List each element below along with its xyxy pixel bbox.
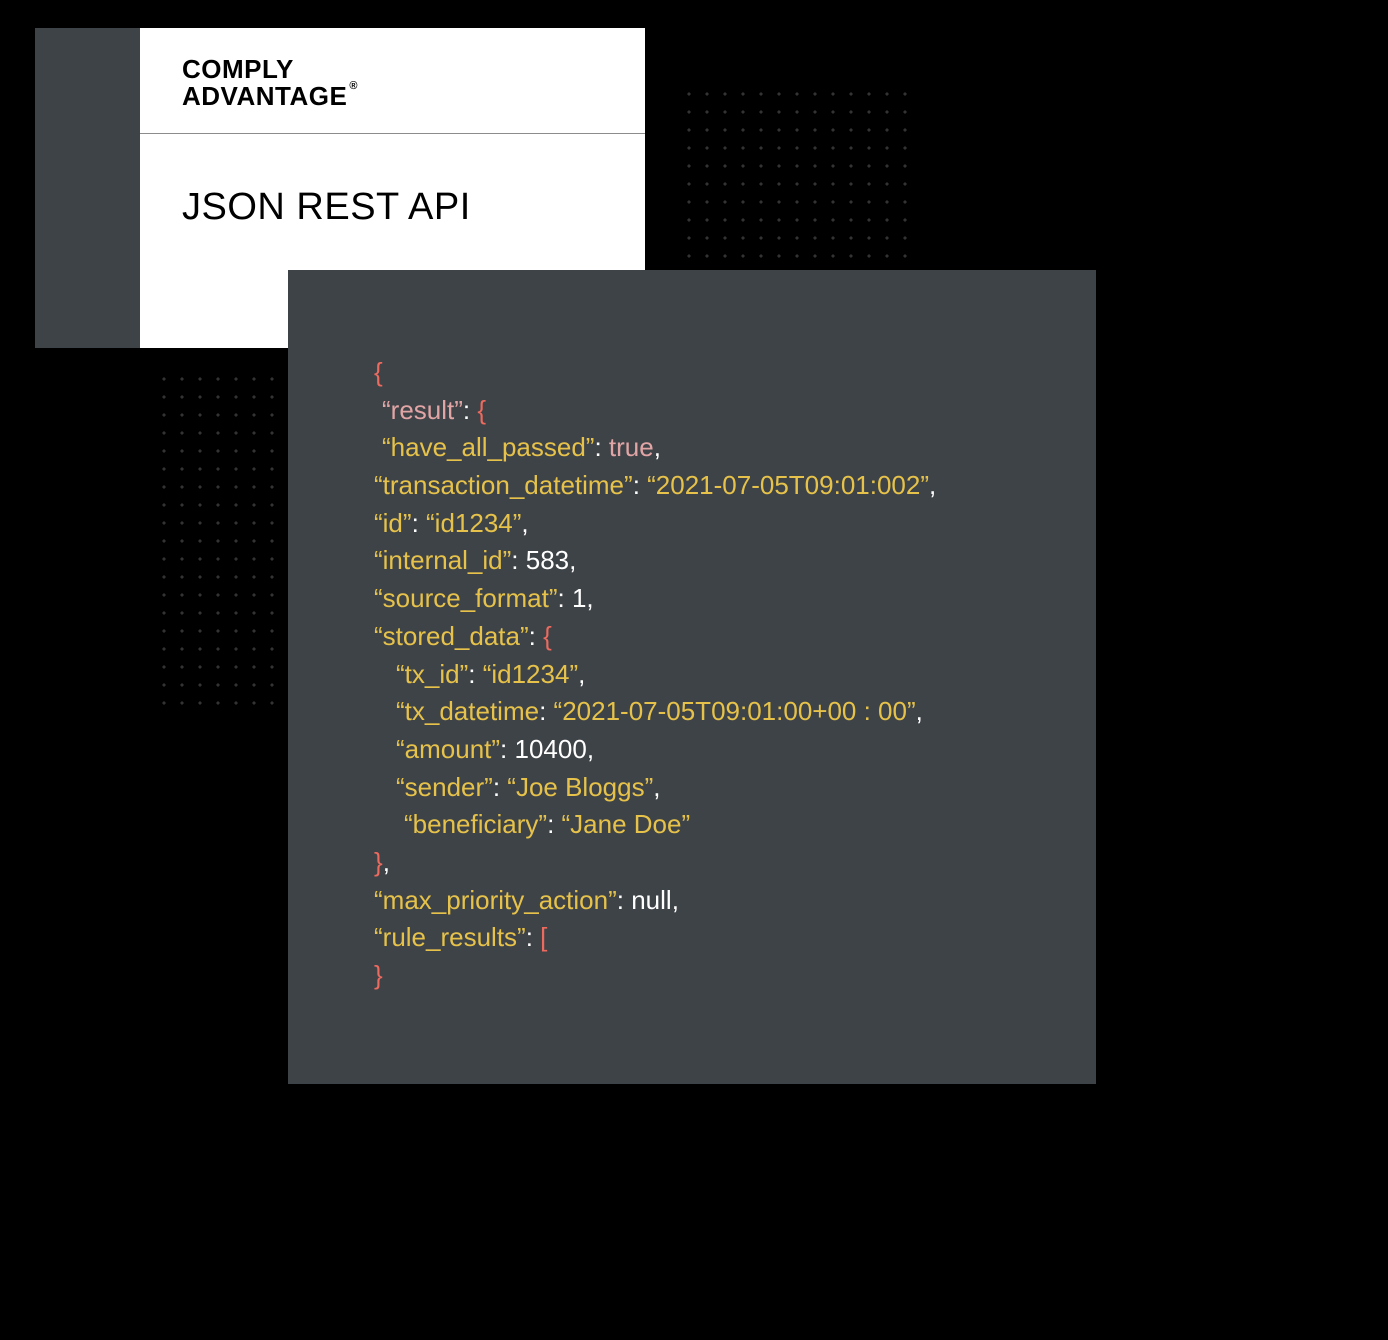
code-line-close-stored: }, <box>374 844 1066 882</box>
code-line-final-brace: } <box>374 957 1066 995</box>
code-line-stored-data: “stored_data”: { <box>374 618 1066 656</box>
brand-block: COMPLY ADVANTAGE® <box>140 28 645 134</box>
code-line-open: { <box>374 354 1066 392</box>
code-snippet-card: { “result”: { “have_all_passed”: true, “… <box>288 270 1096 1084</box>
api-title: JSON REST API <box>140 134 645 229</box>
code-line-have-all-passed: “have_all_passed”: true, <box>374 429 1066 467</box>
code-line-sender: “sender”: “Joe Bloggs”, <box>374 769 1066 807</box>
code-line-tx-datetime: “tx_datetime: “2021-07-05T09:01:00+00 : … <box>374 693 1066 731</box>
code-line-transaction-datetime: “transaction_datetime”: “2021-07-05T09:0… <box>374 467 1066 505</box>
header-sidebar-accent <box>35 28 140 348</box>
code-line-rule-results: “rule_results”: [ <box>374 919 1066 957</box>
code-line-beneficiary: “beneficiary”: “Jane Doe” <box>374 806 1066 844</box>
code-line-max-priority-action: “max_priority_action”: null, <box>374 882 1066 920</box>
code-line-source-format: “source_format”: 1, <box>374 580 1066 618</box>
brand-line-2: ADVANTAGE® <box>182 83 347 110</box>
code-line-internal-id: “internal_id”: 583, <box>374 542 1066 580</box>
code-line-amount: “amount”: 10400, <box>374 731 1066 769</box>
brand-line-1: COMPLY <box>182 56 294 83</box>
code-line-tx-id: “tx_id”: “id1234”, <box>374 656 1066 694</box>
code-line-id: “id”: “id1234”, <box>374 505 1066 543</box>
code-line-result: “result”: { <box>374 392 1066 430</box>
registered-mark: ® <box>349 81 358 93</box>
